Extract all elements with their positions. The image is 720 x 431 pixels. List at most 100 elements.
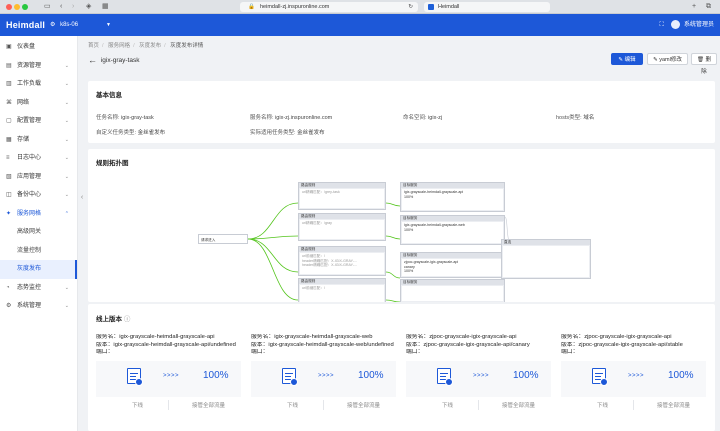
offline-button[interactable]: 下线 [287,401,298,409]
online-versions-card: 线上版本 ⓘ 服务名：igix-grayscale-heimdall-grays… [88,304,715,431]
sidebar-item[interactable]: ✦ 服务网格 ⌃ [0,205,77,224]
traffic-arrows: >>>> [628,373,645,379]
traffic-arrows: >>>> [163,373,180,379]
topology-target-node[interactable]: 目标服务 zjpoc-grayscale-igix-grayscale-api ca… [400,252,505,278]
topology-rule-node[interactable]: 路由规则 url精确匹配：/grey-task [298,182,386,210]
topology-root-node[interactable]: 请求进入 [198,234,248,244]
topology-rule-node[interactable]: 路由规则 url前缀匹配：/header精确匹配：X-IGIX-GRAY-... h… [298,246,386,276]
sidebar: ▣ 仪表盘 ▤ 资源管理 ⌄ ▥ 工作负载 ⌄ ⌘ 网络 ⌄ ▢ 配置管理 ⌄ ▦ 存储 ⌄ ≡ 日志中心 ⌄ ▧ 应用管… [0,36,78,431]
yaml-edit-button[interactable]: ✎ yaml修改 [647,53,688,65]
chevron-down-icon: ⌄ [64,303,69,309]
chevron-down-icon: ⌄ [64,173,69,180]
user-name[interactable]: 系统管理员 [684,22,714,28]
topology-target-node[interactable]: 目标服务 igix-grayscale-heimdall-grayscale-we… [400,215,505,245]
breadcrumb-mesh[interactable]: 服务网格 [108,43,130,49]
version-version: 版本：igix-grayscale-heimdall-grayscale-api… [96,341,236,348]
topology-rule-node[interactable]: 路由规则 url前缀匹配：/ [298,278,386,302]
mesh-icon: ✦ [6,210,12,217]
tabs-grid-icon[interactable]: ⧉ [706,2,711,12]
sidebar-item[interactable]: ▣ 仪表盘 [0,38,77,57]
take-all-traffic-button[interactable]: 接管全部流量 [657,401,690,409]
version-traffic-box: >>>> 100% [251,361,396,397]
sidebar-collapse-icon[interactable]: ‹ [78,192,86,204]
offline-button[interactable]: 下线 [132,401,143,409]
sidebar-item[interactable]: ▦ 存储 ⌄ [0,131,77,150]
sidebar-item[interactable]: ▧ 应用管理 ⌄ [0,168,77,187]
sidebar-item[interactable]: ⌘ 网络 ⌄ [0,94,77,113]
sidebar-item[interactable]: ◔ 态势监控 ⌄ [0,279,77,298]
sidebar-item[interactable]: ◫ 备份中心 ⌄ [0,186,77,205]
main-content: 首页 / 服务网格 / 灰度发布 / 灰度发布详情 ← igix-gray-task … [86,36,720,431]
version-port: 端口： [561,349,579,355]
back-icon[interactable]: ‹ [60,2,62,12]
field-namespace: 命名空间: igix-zj [403,115,443,121]
version-traffic-box: >>>> 100% [561,361,706,397]
topology-extra-node[interactable]: 直连 [501,239,591,279]
sidebar-item-label: 配置管理 [17,118,42,124]
chevron-down-icon[interactable]: ▼ [106,14,111,36]
shield-icon[interactable]: ◈ [86,2,91,12]
browser-chrome: ▭ ‹ › ◈ ▦ 🔒 heimdall-zj.inspuronline.com… [0,0,720,14]
log-icon: ≡ [6,155,10,161]
topology-target-node[interactable]: 目标服务 igix-grayscale-heimdall-grayscale-ap… [400,182,505,212]
forward-icon[interactable]: › [72,2,74,12]
breadcrumb-gray[interactable]: 灰度发布 [139,43,161,49]
new-tab-icon[interactable]: + [692,2,696,12]
sidebar-item-label: 高级网关 [17,229,42,235]
edit-button[interactable]: ✎ 编辑 [611,53,643,65]
minimize-window-button[interactable] [14,4,20,10]
tab-title: Heimdall [438,4,460,10]
sidebar-item[interactable]: ≡ 日志中心 ⌄ [0,149,77,168]
user-area[interactable]: ⛶ 系统管理员 [653,14,714,36]
maximize-window-button[interactable] [22,4,28,10]
task-title: igix-gray-task [100,57,140,64]
take-all-traffic-button[interactable]: 接管全部流量 [347,401,380,409]
browser-tab[interactable]: Heimdall [424,2,550,12]
sidebar-item-label: 态势监控 [17,284,42,291]
tab-overview-icon[interactable]: ▦ [102,2,109,12]
take-all-traffic-button[interactable]: 接管全部流量 [502,401,535,409]
online-versions-title: 线上版本 ⓘ [96,316,131,323]
fullscreen-icon[interactable]: ⛶ [659,22,663,28]
sidebar-item[interactable]: ⚙ 系统管理 ⌄ [0,297,77,316]
field-actual-type: 实际适用任务类型: 金丝雀发布 [250,130,325,136]
chevron-down-icon: ⌄ [64,99,69,106]
cluster-icon: ⚙ [50,22,56,28]
delete-button[interactable]: 🗑 删除 [691,53,717,75]
sidebar-item[interactable]: 高级网关 [0,223,77,242]
sidebar-item[interactable]: ▤ 资源管理 ⌄ [0,57,77,76]
topology-canvas[interactable]: 请求进入 路由规则 url精确匹配：/grey-task 路由规则 url精确匹配：/… [88,182,715,302]
cluster-selector[interactable]: ⚙ k8s-06 [50,14,78,36]
page-title: ← igix-gray-task [88,55,139,65]
traffic-percent: 100% [358,370,384,381]
document-icon [282,368,298,386]
sidebar-item[interactable]: 流量控制 [0,242,77,261]
sidebar-item-label: 系统管理 [17,303,42,309]
avatar[interactable] [671,19,681,29]
close-window-button[interactable] [6,4,12,10]
sidebar-item-label: 存储 [17,136,30,143]
sidebar-item-label: 灰度发布 [17,266,42,272]
version-version: 版本：zjpoc-grayscale-igix-grayscale-api/ca… [406,341,530,348]
address-bar[interactable]: 🔒 heimdall-zj.inspuronline.com ↻ [240,2,418,12]
sidebar-item[interactable]: ▥ 工作负载 ⌄ [0,75,77,94]
reload-icon[interactable]: ↻ [408,2,413,12]
offline-button[interactable]: 下线 [597,401,608,409]
topology-rule-node[interactable]: 路由规则 url精确匹配：/gray [298,213,386,241]
field-hosts-type: hosts类型: 域名 [556,115,595,121]
storage-icon: ▦ [6,136,12,143]
sidebar-toggle-icon[interactable]: ▭ [44,2,51,12]
version-service: 服务名：igix-grayscale-heimdall-grayscale-we… [251,334,373,340]
back-arrow-icon[interactable]: ← [88,55,97,65]
sidebar-item[interactable]: 灰度发布 [0,260,77,279]
take-all-traffic-button[interactable]: 接管全部流量 [192,401,225,409]
offline-button[interactable]: 下线 [442,401,453,409]
help-icon[interactable]: ⓘ [124,316,131,323]
breadcrumb-home[interactable]: 首页 [88,43,99,49]
sidebar-item[interactable]: ▢ 配置管理 ⌄ [0,112,77,131]
topology-target-node[interactable]: 目标服务 [400,279,505,302]
sidebar-item-label: 工作负载 [17,81,42,87]
version-version: 版本：igix-grayscale-heimdall-grayscale-web… [251,341,394,348]
breadcrumb-current: 灰度发布详情 [170,43,204,49]
chevron-down-icon: ⌄ [64,118,69,124]
